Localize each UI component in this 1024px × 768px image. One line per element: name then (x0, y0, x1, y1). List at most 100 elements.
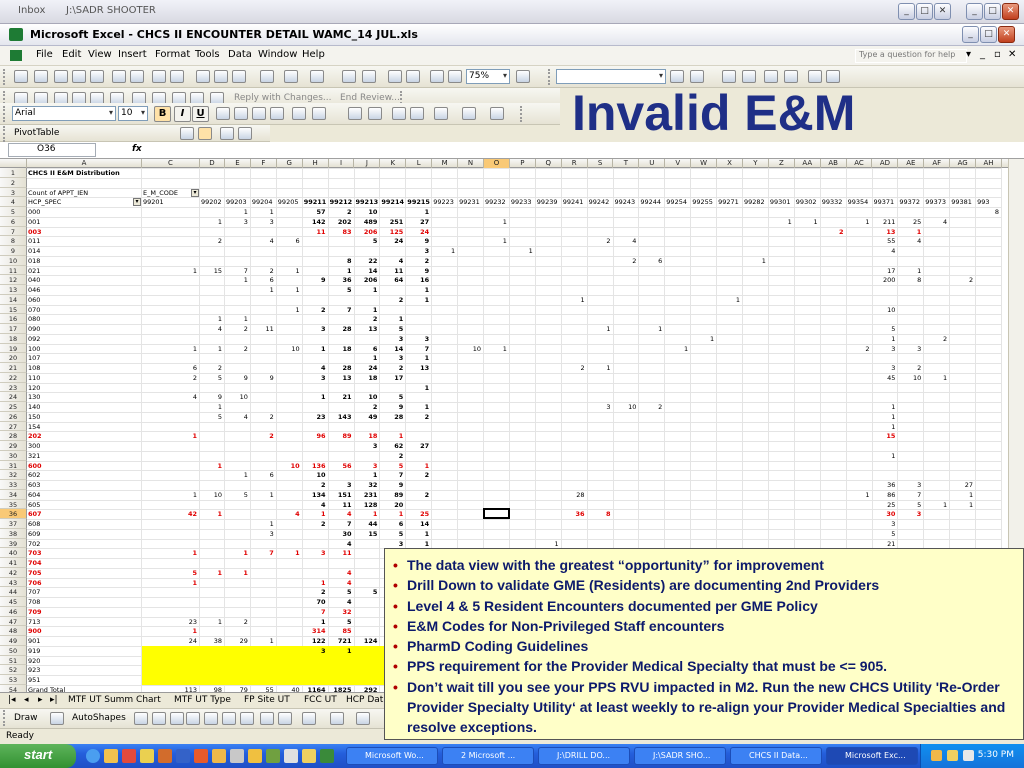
value-cell[interactable]: 10 (226, 392, 251, 402)
help-icon[interactable] (516, 70, 530, 83)
value-cell[interactable]: 9 (304, 275, 329, 285)
hcp-spec-cell[interactable]: 321 (28, 451, 142, 461)
value-cell[interactable]: 1 (407, 295, 432, 305)
column-header-y[interactable]: Y (743, 159, 769, 168)
value-cell[interactable]: 23 (304, 412, 329, 422)
value-cell[interactable]: 124 (356, 636, 381, 646)
code-header-cell[interactable]: 99243 (615, 197, 640, 207)
sort-ascending-icon[interactable] (388, 70, 402, 83)
quicklaunch-icon[interactable] (302, 749, 316, 763)
tab-fp-site-ut[interactable]: FP Site UT (240, 693, 294, 708)
value-cell[interactable]: 5 (330, 617, 355, 627)
value-cell[interactable]: 1 (770, 217, 795, 227)
code-header-cell[interactable]: 99244 (640, 197, 665, 207)
value-cell[interactable]: 3 (407, 334, 432, 344)
value-cell[interactable]: 56 (330, 461, 355, 471)
row-header-33[interactable]: 33 (0, 480, 27, 490)
value-cell[interactable]: 4 (330, 597, 355, 607)
value-cell[interactable]: 2 (304, 305, 329, 315)
taskbar-item-word[interactable]: Microsoft Wo... (346, 747, 438, 765)
value-cell[interactable]: 1 (252, 490, 277, 500)
code-header-cell[interactable]: 99215 (407, 197, 432, 207)
column-header-x[interactable]: X (717, 159, 743, 168)
value-cell[interactable]: 1 (356, 509, 381, 519)
toolbar-grip[interactable] (3, 710, 6, 726)
hcp-spec-cell[interactable]: 100 (28, 344, 142, 354)
column-header-ad[interactable]: AD (873, 159, 899, 168)
tray-icon[interactable] (947, 750, 958, 761)
value-cell[interactable]: 1 (537, 539, 562, 549)
value-cell[interactable]: 15 (874, 431, 899, 441)
code-header-cell[interactable]: 99211 (304, 197, 329, 207)
value-cell[interactable]: 89 (330, 431, 355, 441)
row-header-11[interactable]: 11 (0, 265, 27, 276)
minimize-icon[interactable]: _ (962, 26, 979, 43)
value-cell[interactable]: 18 (356, 431, 381, 441)
value-cell[interactable]: 1 (201, 509, 225, 519)
value-cell[interactable]: 2 (381, 295, 406, 305)
code-header-cell[interactable]: 99302 (796, 197, 821, 207)
pivot-icon[interactable] (198, 127, 212, 140)
row-header-12[interactable]: 12 (0, 275, 27, 285)
increase-indent-icon[interactable] (410, 107, 424, 120)
copy-icon[interactable] (214, 70, 228, 83)
tab-mtf-ut-summ-chart[interactable]: MTF UT Summ Chart (64, 693, 165, 708)
value-cell[interactable]: 3 (330, 480, 355, 490)
value-cell[interactable]: 1 (143, 431, 200, 441)
value-cell[interactable]: 5 (226, 490, 251, 500)
value-cell[interactable]: 7 (330, 305, 355, 315)
code-header-cell[interactable]: 99241 (563, 197, 588, 207)
code-header-cell[interactable]: 99233 (511, 197, 536, 207)
value-cell[interactable]: 251 (381, 217, 406, 227)
value-cell[interactable]: 9 (381, 480, 406, 490)
value-cell[interactable]: 5 (330, 587, 355, 597)
hcp-spec-cell[interactable]: 607 (28, 509, 142, 519)
value-cell[interactable]: 27 (407, 217, 432, 227)
value-cell[interactable]: 70 (304, 597, 329, 607)
column-header-a[interactable]: A (27, 159, 142, 168)
hcp-spec-cell[interactable]: 070 (28, 305, 142, 315)
value-cell[interactable]: 3 (252, 217, 277, 227)
value-cell[interactable]: 1 (848, 490, 873, 500)
value-cell[interactable]: 24 (356, 363, 381, 373)
quicklaunch-icon[interactable] (284, 749, 298, 763)
value-cell[interactable]: 13 (356, 324, 381, 334)
textbox-icon[interactable] (204, 712, 218, 725)
row-header-21[interactable]: 21 (0, 363, 27, 373)
last-sheet-icon[interactable]: ▸| (46, 693, 62, 708)
menu-insert[interactable]: Insert (118, 49, 147, 60)
column-header-ag[interactable]: AG (950, 159, 977, 168)
value-cell[interactable]: 1 (899, 227, 924, 237)
code-header-cell[interactable]: 99371 (874, 197, 899, 207)
value-cell[interactable]: 2 (407, 470, 432, 480)
code-header-cell[interactable]: 99354 (848, 197, 873, 207)
value-cell[interactable]: 5 (381, 392, 406, 402)
row-header-53[interactable]: 53 (0, 675, 27, 685)
value-cell[interactable]: 1 (278, 305, 303, 315)
row-header-43[interactable]: 43 (0, 577, 27, 588)
column-header-i[interactable]: I (329, 159, 355, 168)
value-cell[interactable]: 1 (407, 207, 432, 217)
value-cell[interactable]: 11 (252, 324, 277, 334)
value-cell[interactable]: 1 (304, 578, 329, 588)
toolbar-icon[interactable] (784, 70, 798, 83)
value-cell[interactable]: 1 (589, 363, 614, 373)
column-header-u[interactable]: U (639, 159, 666, 168)
code-header-cell[interactable]: 99255 (692, 197, 717, 207)
pivot-icon[interactable] (180, 127, 194, 140)
value-cell[interactable]: 1 (589, 324, 614, 334)
value-cell[interactable]: 10 (278, 344, 303, 354)
value-cell[interactable]: 4 (304, 500, 329, 510)
row-header-22[interactable]: 22 (0, 372, 27, 383)
value-cell[interactable]: 1 (874, 422, 899, 432)
value-cell[interactable]: 1 (201, 568, 225, 578)
value-cell[interactable]: 7 (407, 344, 432, 354)
column-header-j[interactable]: J (355, 159, 381, 168)
quicklaunch-icon[interactable] (140, 749, 154, 763)
value-cell[interactable]: 1 (925, 500, 950, 510)
toolbar-grip[interactable] (520, 106, 523, 122)
row-header-1[interactable]: 1 (0, 168, 27, 178)
value-cell[interactable]: 1 (874, 402, 899, 412)
quicklaunch-icon[interactable] (158, 749, 172, 763)
column-header-d[interactable]: D (200, 159, 225, 168)
